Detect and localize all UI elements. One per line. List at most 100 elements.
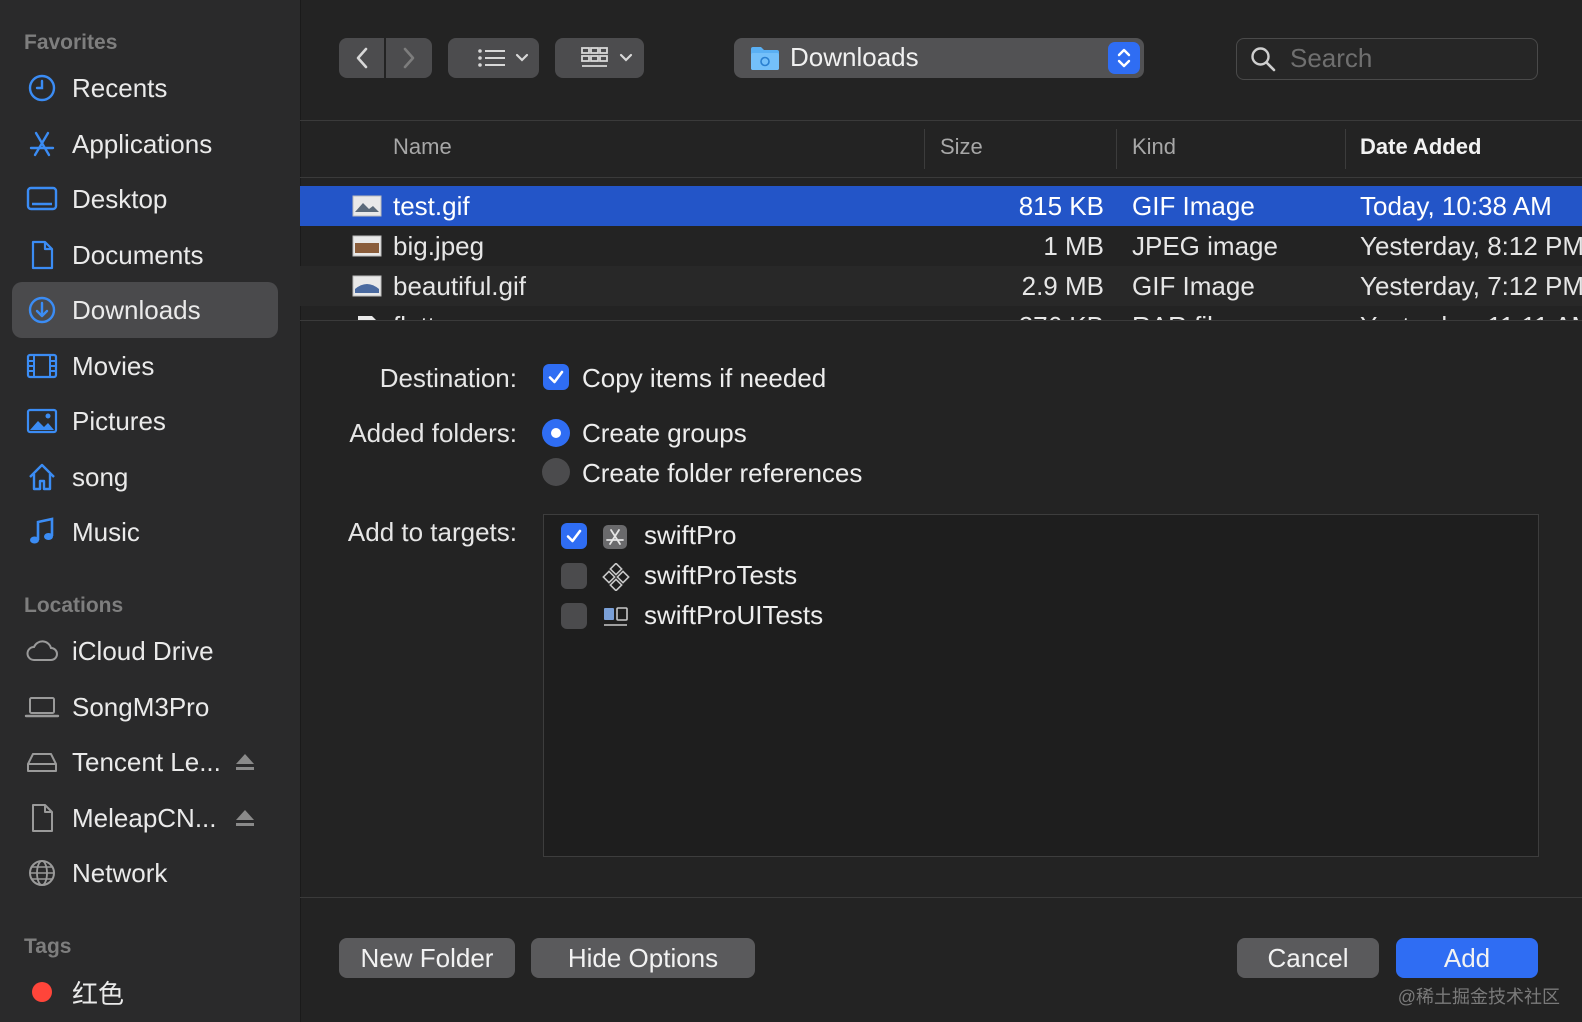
- ui-test-icon: [604, 607, 628, 626]
- column-divider[interactable]: [1116, 129, 1117, 169]
- file-row[interactable]: test.gif 815 KB GIF Image Today, 10:38 A…: [300, 186, 1582, 226]
- add-to-targets-label: Add to targets:: [347, 517, 517, 547]
- column-divider[interactable]: [924, 129, 925, 169]
- folder-icon: [751, 47, 779, 70]
- sidebar-item-label: SongM3Pro: [72, 691, 210, 722]
- film-icon: [12, 353, 72, 379]
- sidebar-item-label: Movies: [72, 350, 155, 381]
- column-size[interactable]: Size: [940, 134, 983, 160]
- file-kind: GIF Image: [1132, 191, 1255, 221]
- home-icon: [12, 462, 72, 492]
- divider: [300, 320, 1582, 321]
- file-row[interactable]: big.jpeg 1 MB JPEG image Yesterday, 8:12…: [300, 226, 1582, 266]
- file-row[interactable]: flutter.rar 276 KB RAR file Yesterday, 1…: [300, 306, 1582, 320]
- hide-options-button[interactable]: Hide Options: [531, 938, 755, 978]
- search-placeholder: Search: [1290, 43, 1373, 73]
- back-button[interactable]: [339, 38, 384, 78]
- copy-items-label[interactable]: Copy items if needed: [582, 363, 826, 394]
- laptop-icon: [12, 695, 72, 719]
- app-target-icon: [603, 525, 627, 549]
- image-file-icon: [352, 235, 382, 257]
- music-note-icon: [12, 517, 72, 547]
- file-date: Today, 10:38 AM: [1360, 191, 1552, 221]
- targets-list: swiftPro swiftProTests swiftProUITests: [543, 514, 1539, 857]
- eject-icon[interactable]: [234, 751, 256, 778]
- sidebar-item-applications[interactable]: Applications: [12, 116, 278, 172]
- checkmark-icon: [566, 529, 582, 543]
- column-divider[interactable]: [1345, 129, 1346, 169]
- file-date: Yesterday, 8:12 PM: [1360, 231, 1582, 261]
- red-tag-dot-icon: [32, 982, 52, 1002]
- grid-icon: [580, 47, 632, 67]
- target-label: swiftProTests: [644, 560, 798, 590]
- download-icon: [12, 295, 72, 325]
- tags-header: Tags: [24, 935, 72, 958]
- sidebar: Favorites Recents Applications Desktop D…: [0, 0, 301, 1022]
- sidebar-item-recents[interactable]: Recents: [12, 60, 278, 116]
- file-size: 2.9 MB: [1021, 271, 1104, 301]
- file-name: flutter.rar: [393, 311, 496, 320]
- file-name: beautiful.gif: [393, 271, 526, 301]
- sidebar-item-label: 红色: [72, 978, 125, 1009]
- sidebar-item-network[interactable]: Network: [12, 845, 278, 901]
- sidebar-item-documents[interactable]: Documents: [12, 227, 278, 283]
- list-view-button[interactable]: [448, 38, 539, 78]
- path-popup[interactable]: Downloads: [734, 38, 1144, 78]
- create-groups-radio[interactable]: [542, 419, 570, 447]
- file-kind: JPEG image: [1132, 231, 1278, 261]
- chevron-right-icon: [403, 47, 415, 69]
- search-field[interactable]: Search: [1236, 38, 1538, 80]
- sidebar-item-label: Network: [72, 857, 168, 888]
- favorites-header: Favorites: [24, 31, 118, 54]
- cloud-icon: [12, 639, 72, 663]
- create-folder-references-label[interactable]: Create folder references: [582, 458, 862, 489]
- added-folders-label: Added folders:: [349, 418, 517, 448]
- sidebar-item-label: Music: [72, 516, 140, 547]
- sidebar-item-songm3pro[interactable]: SongM3Pro: [12, 679, 278, 735]
- sidebar-item-label: MeleapCN...: [72, 802, 217, 833]
- target-checkbox-swiftprotests[interactable]: [561, 563, 587, 589]
- sidebar-item-song[interactable]: song: [12, 449, 278, 505]
- sidebar-item-desktop[interactable]: Desktop: [12, 171, 278, 227]
- sidebar-item-tencent[interactable]: Tencent Le...: [12, 734, 278, 790]
- checkmark-icon: [548, 370, 564, 384]
- create-groups-label[interactable]: Create groups: [582, 418, 747, 449]
- target-checkbox-swiftpro[interactable]: [561, 523, 587, 549]
- sidebar-item-label: Documents: [72, 239, 204, 270]
- column-name[interactable]: Name: [393, 134, 452, 160]
- copy-items-checkbox[interactable]: [543, 364, 569, 390]
- unit-test-icon: [602, 563, 630, 591]
- new-folder-button[interactable]: New Folder: [339, 938, 515, 978]
- add-button[interactable]: Add: [1396, 938, 1538, 978]
- locations-header: Locations: [24, 594, 124, 617]
- sidebar-item-downloads[interactable]: Downloads: [12, 282, 278, 338]
- clock-icon: [12, 73, 72, 103]
- path-popup-label: Downloads: [790, 42, 919, 72]
- desktop-icon: [12, 185, 72, 213]
- create-folder-references-radio[interactable]: [542, 458, 570, 486]
- group-view-button[interactable]: [555, 38, 644, 78]
- eject-icon[interactable]: [234, 807, 256, 834]
- file-row[interactable]: beautiful.gif 2.9 MB GIF Image Yesterday…: [300, 266, 1582, 306]
- file-date: Yesterday, 11:11 AM: [1360, 311, 1582, 320]
- document-icon: [12, 803, 72, 833]
- column-kind[interactable]: Kind: [1132, 134, 1176, 160]
- sidebar-item-meleapcn[interactable]: MeleapCN...: [12, 790, 278, 846]
- forward-button[interactable]: [386, 38, 432, 78]
- sidebar-item-label: Desktop: [72, 183, 168, 214]
- file-size: 276 KB: [1019, 311, 1104, 320]
- list-icon: [477, 49, 528, 67]
- cancel-button[interactable]: Cancel: [1237, 938, 1379, 978]
- search-icon: [1251, 47, 1276, 72]
- chevron-left-icon: [356, 47, 367, 69]
- image-file-icon: [352, 275, 382, 297]
- target-checkbox-swiftprouitests[interactable]: [561, 603, 587, 629]
- sidebar-item-label: Applications: [72, 128, 213, 159]
- column-date-added[interactable]: Date Added: [1360, 134, 1481, 160]
- target-label: swiftProUITests: [644, 600, 824, 630]
- file-kind: RAR file: [1132, 311, 1227, 320]
- sidebar-item-label: Pictures: [72, 405, 166, 436]
- sidebar-item-tag-red[interactable]: 红色: [12, 964, 278, 1020]
- watermark: @稀土掘金技术社区: [1397, 987, 1560, 1007]
- sidebar-item-icloud-drive[interactable]: iCloud Drive: [12, 623, 278, 679]
